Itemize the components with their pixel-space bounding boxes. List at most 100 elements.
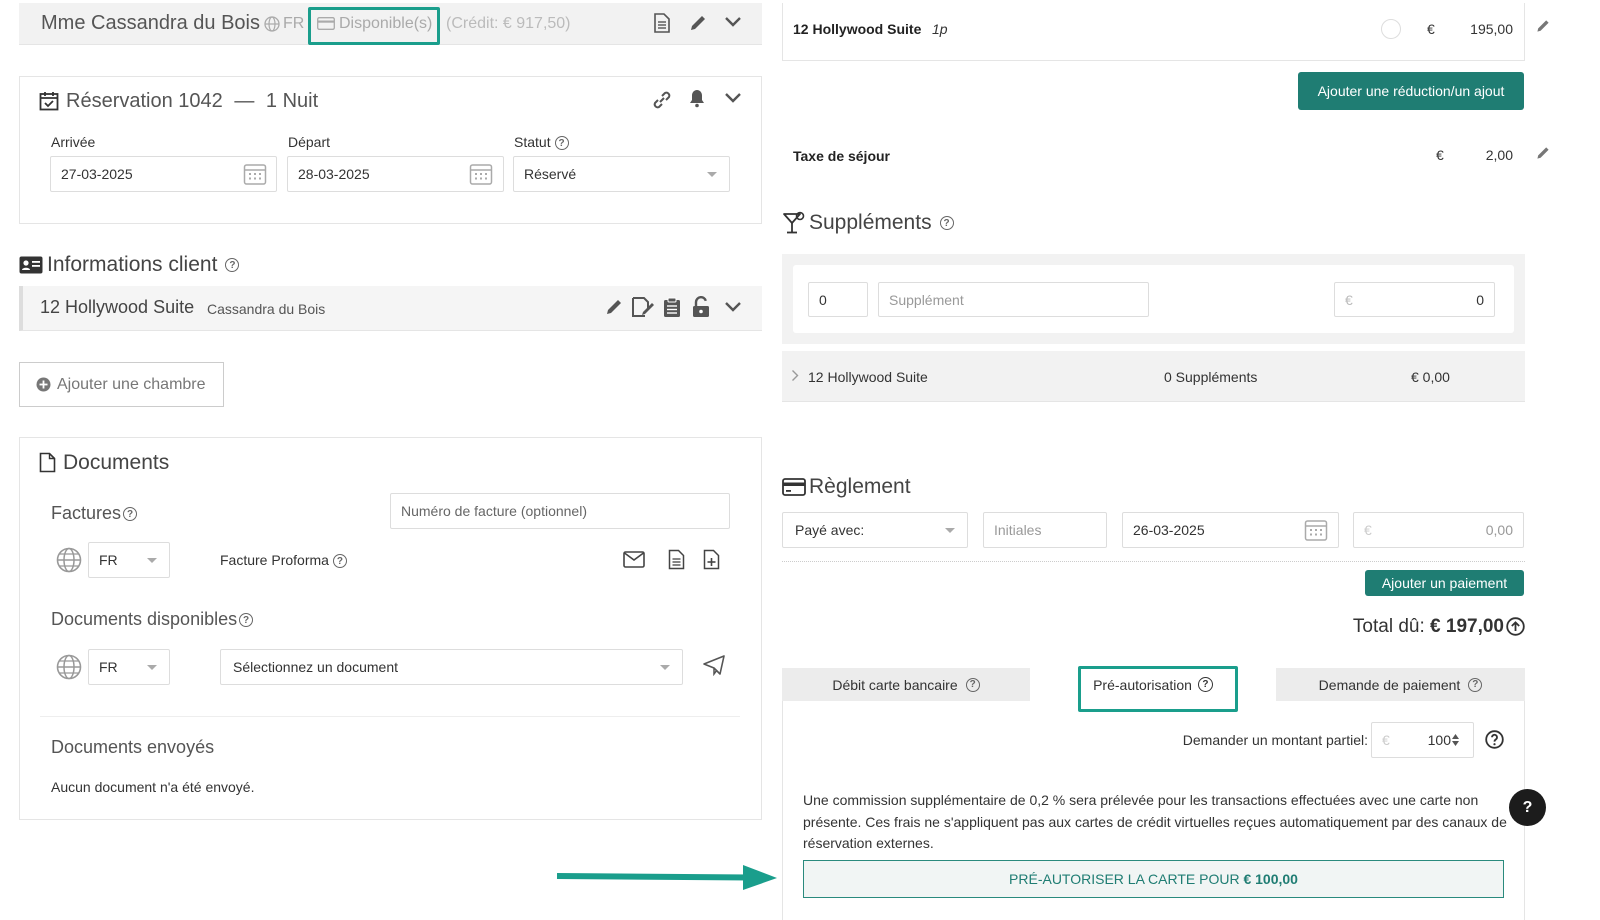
- status-label: Statut?: [514, 134, 569, 151]
- supplements-room-name: 12 Hollywood Suite: [808, 369, 928, 385]
- partial-amount-label: Demander un montant partiel:: [1182, 732, 1368, 748]
- available-language-select[interactable]: FR: [88, 649, 170, 685]
- payment-amount-input[interactable]: € 0,00: [1353, 512, 1524, 548]
- document-select-value: Sélectionnez un document: [233, 659, 398, 675]
- globe-icon: [264, 16, 280, 32]
- pencil-icon[interactable]: [604, 297, 624, 317]
- add-payment-button[interactable]: Ajouter un paiement: [1365, 570, 1524, 596]
- help-circle-icon[interactable]: [1485, 730, 1504, 749]
- file-icon: [39, 452, 56, 473]
- help-chat-label: ?: [1522, 798, 1533, 816]
- room-line-persons: 1p: [932, 21, 948, 37]
- calendar-check-icon: [39, 91, 59, 111]
- room-line-amount: 195,00: [1470, 21, 1513, 37]
- paper-plane-icon[interactable]: [702, 654, 726, 676]
- payment-date-value: 26-03-2025: [1133, 522, 1205, 538]
- supplements-count: 0 Suppléments: [1164, 369, 1258, 385]
- initials-input[interactable]: Initiales: [983, 512, 1107, 548]
- file-plus-icon[interactable]: [703, 549, 720, 570]
- client-guest-name: Cassandra du Bois: [207, 301, 326, 317]
- document-select[interactable]: Sélectionnez un document: [220, 649, 683, 685]
- credit-card-icon: [782, 478, 806, 496]
- plus-circle-icon: [36, 377, 51, 392]
- commission-notice: Une commission supplémentaire de 0,2 % s…: [803, 792, 1507, 851]
- room-line-name: 12 Hollywood Suite: [793, 21, 922, 37]
- calendar-icon[interactable]: [1304, 518, 1328, 542]
- caret-down-icon: [147, 665, 157, 670]
- initials-placeholder: Initiales: [994, 522, 1042, 538]
- invoice-number-input[interactable]: Numéro de facture (optionnel): [390, 493, 730, 529]
- available-language-value: FR: [99, 659, 118, 675]
- tourist-tax-amount: 2,00: [1485, 147, 1513, 163]
- invoice-language-value: FR: [99, 552, 118, 568]
- paid-with-select[interactable]: Payé avec:: [782, 512, 968, 548]
- available-documents-label: Documents disponibles?: [51, 609, 254, 630]
- tab-card-debit[interactable]: Débit carte bancaire?: [782, 668, 1030, 701]
- pencil-icon[interactable]: [688, 13, 708, 33]
- signature-icon[interactable]: [631, 297, 655, 317]
- departure-label: Départ: [288, 134, 331, 150]
- id-card-icon: [19, 256, 43, 274]
- add-discount-button[interactable]: Ajouter une réduction/un ajout: [1298, 72, 1524, 110]
- pre-authorize-label: PRÉ-AUTORISER LA CARTE POUR: [1009, 871, 1240, 887]
- arrival-label: Arrivée: [51, 134, 96, 150]
- supplement-price-input[interactable]: € 0: [1334, 282, 1495, 317]
- supplements-total: € 0,00: [1411, 369, 1450, 385]
- help-icon[interactable]: ?: [332, 554, 347, 569]
- room-line-radio[interactable]: [1381, 19, 1401, 39]
- calendar-icon[interactable]: [469, 162, 493, 186]
- pre-authorize-card-button[interactable]: PRÉ-AUTORISER LA CARTE POUR € 100,00: [803, 860, 1504, 898]
- payment-currency: €: [1364, 522, 1372, 538]
- help-icon[interactable]: ?: [123, 507, 138, 522]
- partial-amount-value: 100: [1427, 732, 1451, 748]
- payment-amount-value: 0,00: [1485, 522, 1513, 538]
- caret-down-icon: [147, 558, 157, 563]
- supplement-name-input[interactable]: Supplément: [878, 282, 1149, 317]
- divider: [40, 716, 740, 717]
- tab-card-debit-label: Débit carte bancaire: [832, 676, 958, 693]
- help-icon[interactable]: ?: [939, 216, 954, 231]
- stepper-icon[interactable]: [1451, 733, 1460, 747]
- guest-lang: FR: [283, 15, 305, 32]
- bell-icon[interactable]: [687, 88, 707, 108]
- help-icon[interactable]: ?: [225, 258, 240, 273]
- room-line-currency: €: [1427, 21, 1435, 37]
- unlock-icon[interactable]: [691, 296, 711, 318]
- document-icon[interactable]: [653, 13, 671, 33]
- sent-documents-label: Documents envoyés: [51, 737, 215, 757]
- caret-down-icon: [707, 172, 717, 177]
- add-room-button[interactable]: Ajouter une chambre: [19, 362, 224, 407]
- chevron-right-icon[interactable]: [791, 369, 799, 382]
- invoice-language-select[interactable]: FR: [88, 542, 170, 578]
- client-info-heading: Informations client?: [47, 253, 240, 277]
- no-documents-sent: Aucun document n'a été envoyé.: [51, 779, 255, 795]
- pre-authorize-amount: € 100,00: [1243, 871, 1298, 887]
- reservation-number: Réservation 1042: [66, 90, 223, 112]
- card-status[interactable]: Disponible(s): [339, 15, 432, 33]
- status-value: Réservé: [524, 166, 577, 182]
- help-icon[interactable]: ?: [239, 613, 254, 628]
- arrow-circle-up-icon[interactable]: [1506, 617, 1525, 636]
- supplement-qty-input[interactable]: 0: [808, 282, 868, 317]
- pencil-icon[interactable]: [1535, 18, 1551, 34]
- link-icon[interactable]: [651, 89, 673, 111]
- help-icon[interactable]: ?: [1468, 677, 1483, 692]
- chevron-down-icon[interactable]: [724, 301, 742, 313]
- calendar-icon[interactable]: [243, 162, 267, 186]
- status-select[interactable]: Réservé: [513, 156, 730, 192]
- chevron-down-icon[interactable]: [724, 92, 742, 104]
- help-icon[interactable]: ?: [554, 136, 569, 151]
- pencil-icon[interactable]: [1535, 145, 1551, 161]
- clipboard-icon[interactable]: [663, 297, 681, 318]
- supplement-name-placeholder: Supplément: [889, 291, 964, 308]
- tab-payment-request[interactable]: Demande de paiement?: [1276, 668, 1525, 701]
- partial-currency: €: [1382, 732, 1390, 748]
- document-icon[interactable]: [668, 549, 685, 570]
- invoices-label: Factures?: [51, 503, 138, 524]
- paid-with-value: Payé avec:: [795, 522, 865, 538]
- chevron-down-icon[interactable]: [724, 16, 742, 28]
- envelope-icon[interactable]: [623, 551, 645, 568]
- arrow-indicator: [556, 865, 777, 890]
- help-icon[interactable]: ?: [965, 677, 980, 692]
- help-chat-button[interactable]: ?: [1509, 789, 1546, 826]
